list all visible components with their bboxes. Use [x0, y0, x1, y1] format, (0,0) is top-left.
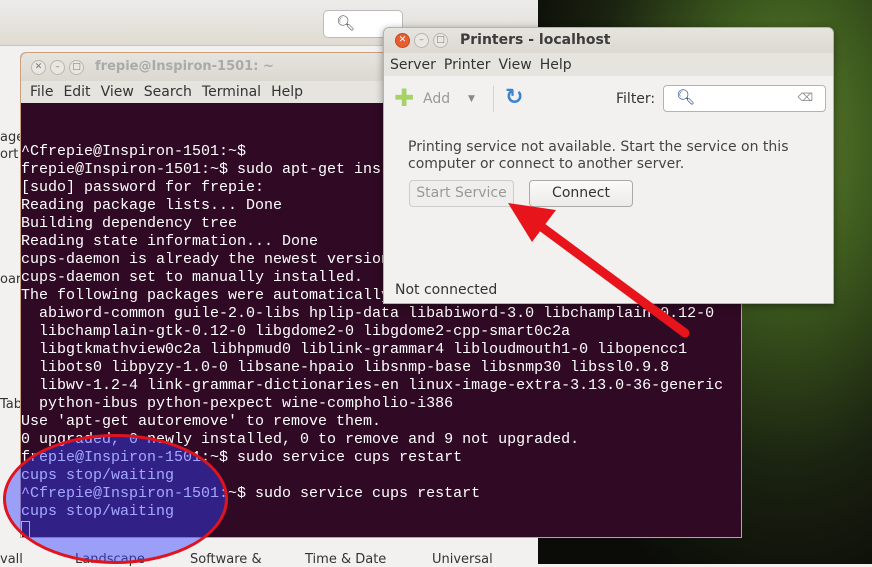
filter-label: Filter: [616, 91, 656, 107]
terminal-line: libgtkmathview0c2a libhpmud0 liblink-gra… [21, 341, 688, 358]
close-icon[interactable]: ✕ [395, 33, 410, 48]
toolbar-separator [493, 86, 494, 112]
terminal-line: libchamplain-gtk-0.12-0 libgdome2-0 libg… [21, 323, 571, 340]
maximize-icon[interactable]: □ [69, 60, 84, 75]
terminal-cursor-line [21, 521, 741, 537]
minimize-icon[interactable]: – [50, 60, 65, 75]
printers-toolbar: ✚ Add ▼ ↻ Filter: 🔍︎ ⌫ [384, 76, 833, 118]
settings-item-label[interactable]: Time & Date [305, 552, 386, 567]
refresh-icon[interactable]: ↻ [505, 85, 523, 110]
clear-icon[interactable]: ⌫ [797, 91, 813, 104]
terminal-line: frepie@Inspiron-1501:~$ sudo service cup… [21, 449, 463, 466]
side-label: ort [0, 147, 19, 162]
terminal-line: 0 upgraded, 0 newly installed, 0 to remo… [21, 431, 580, 448]
settings-item-label[interactable]: Software & [190, 552, 262, 567]
status-text: Not connected [395, 282, 498, 298]
menu-printer[interactable]: Printer [440, 53, 495, 76]
printers-titlebar[interactable]: ✕ – □ Printers - localhost [384, 28, 833, 53]
search-icon: 🔍︎ [676, 88, 696, 106]
settings-item-label[interactable]: vall [0, 552, 23, 567]
connect-button[interactable]: Connect [529, 180, 633, 207]
service-message: Printing service not available. Start th… [408, 139, 789, 172]
terminal-title: frepie@Inspiron-1501: ~ [95, 59, 274, 74]
printers-window[interactable]: ✕ – □ Printers - localhost Server Printe… [383, 27, 834, 304]
close-icon[interactable]: ✕ [31, 60, 46, 75]
terminal-line: Use 'apt-get autoremove' to remove them. [21, 413, 382, 430]
terminal-line: libots0 libpyzy-1.0-0 libsane-hpaio libs… [21, 359, 670, 376]
chevron-down-icon[interactable]: ▼ [468, 94, 475, 104]
maximize-icon[interactable]: □ [433, 33, 448, 48]
terminal-line: cups stop/waiting [21, 503, 175, 520]
menu-search[interactable]: Search [139, 81, 197, 103]
side-label: Tab [0, 397, 23, 412]
add-button[interactable]: Add [423, 91, 450, 107]
menu-terminal[interactable]: Terminal [197, 81, 266, 103]
terminal-line: python-ibus python-pexpect wine-compholi… [21, 395, 454, 412]
printers-title: Printers - localhost [460, 32, 611, 48]
menu-view[interactable]: View [495, 53, 536, 76]
terminal-line: cups stop/waiting [21, 467, 175, 484]
settings-item-label[interactable]: Landscape [75, 552, 145, 567]
minimize-icon[interactable]: – [414, 33, 429, 48]
filter-input[interactable]: 🔍︎ ⌫ [663, 85, 826, 112]
printers-menubar: Server Printer View Help [384, 53, 833, 76]
menu-edit[interactable]: Edit [58, 81, 95, 103]
terminal-line: libwv-1.2-4 link-grammar-dictionaries-en… [21, 377, 724, 394]
add-plus-icon[interactable]: ✚ [394, 86, 414, 110]
menu-file[interactable]: File [25, 81, 58, 103]
start-service-button[interactable]: Start Service [409, 180, 514, 207]
terminal-line: abiword-common guile-2.0-libs hplip-data… [21, 305, 715, 322]
cursor [21, 521, 30, 537]
menu-help[interactable]: Help [266, 81, 308, 103]
settings-item-label[interactable]: Universal [432, 552, 493, 567]
terminal-line: ^Cfrepie@Inspiron-1501:~$ sudo service c… [21, 485, 481, 502]
menu-view[interactable]: View [96, 81, 139, 103]
menu-server[interactable]: Server [386, 53, 440, 76]
menu-help[interactable]: Help [536, 53, 576, 76]
search-icon: 🔍︎ [336, 14, 356, 32]
